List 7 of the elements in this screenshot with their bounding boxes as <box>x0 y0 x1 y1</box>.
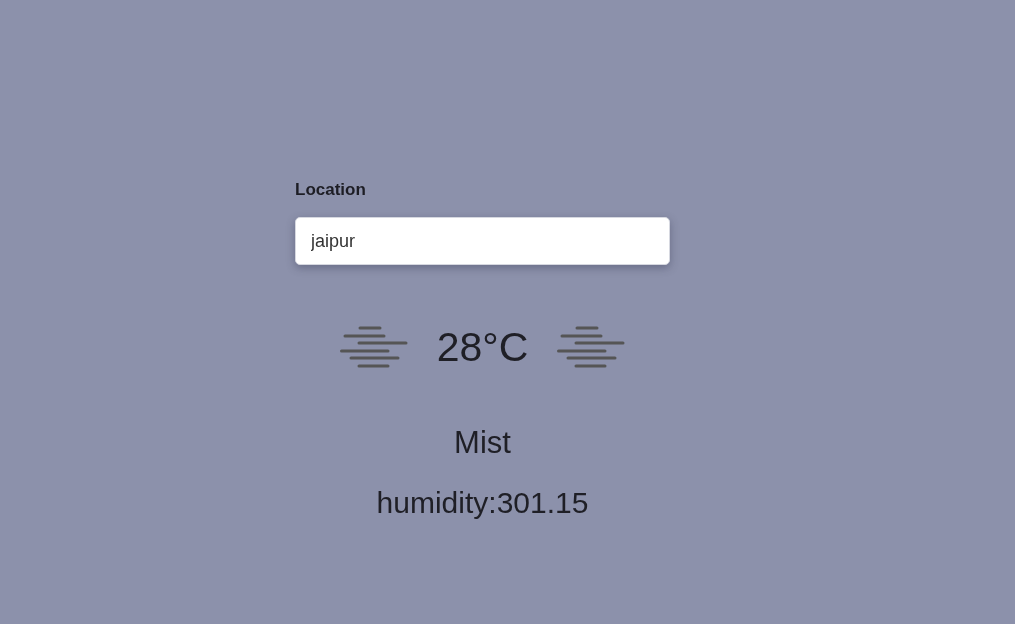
temperature-text: 28°C <box>436 323 529 371</box>
weather-condition: Mist <box>454 424 511 462</box>
location-label: Location <box>295 179 366 201</box>
humidity-text: humidity:301.15 <box>376 485 589 521</box>
fog-icon <box>557 326 626 368</box>
fog-icon <box>339 326 408 368</box>
location-input[interactable]: jaipur <box>295 217 670 265</box>
